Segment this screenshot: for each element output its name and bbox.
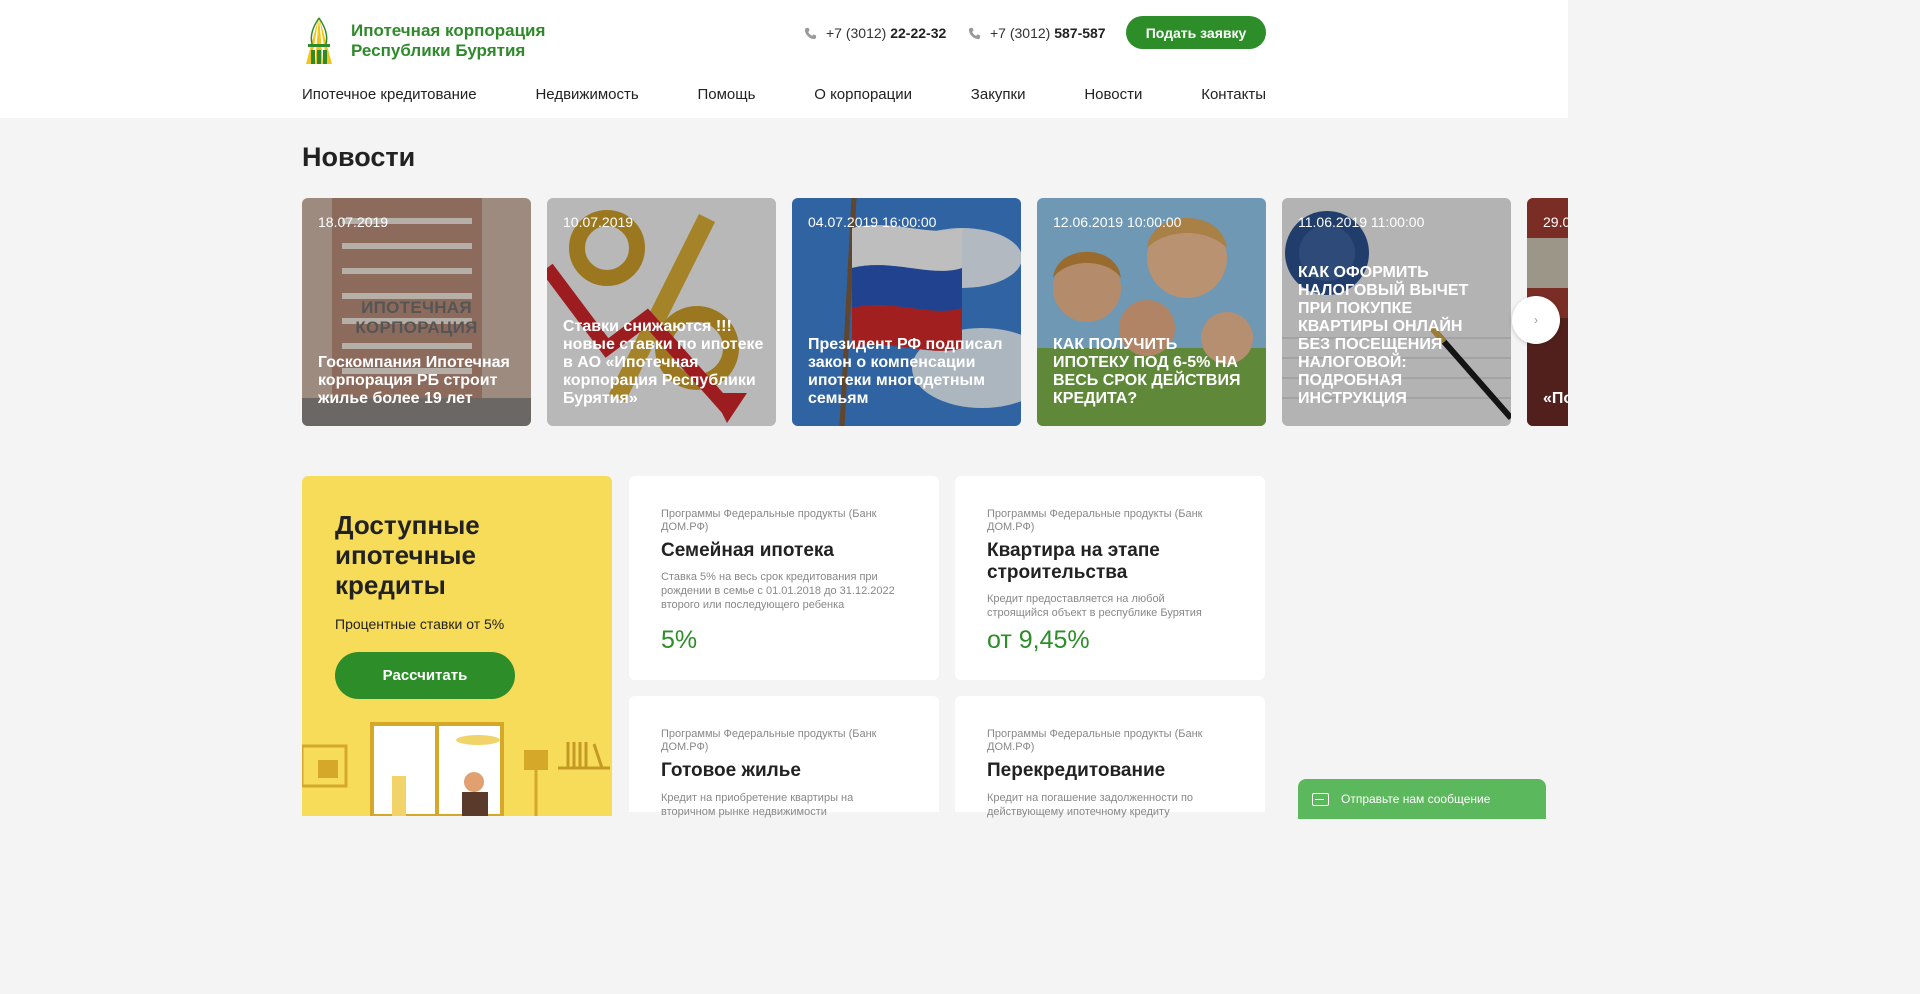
news-card[interactable]: 12.06.2019 10:00:00 КАК ПОЛУЧИТЬ ИПОТЕКУ… — [1037, 198, 1266, 426]
apply-button[interactable]: Подать заявку — [1126, 16, 1266, 49]
nav-item-contacts[interactable]: Контакты — [1201, 86, 1266, 103]
nav-item-news[interactable]: Новости — [1084, 86, 1142, 103]
news-date: 18.07.2019 — [318, 214, 389, 230]
main-nav: Ипотечное кредитование Недвижимость Помо… — [302, 86, 1266, 103]
nav-item-help[interactable]: Помощь — [697, 86, 755, 103]
news-date: 04.07.2019 16:00:00 — [808, 214, 937, 230]
news-card[interactable]: 11.06.2019 11:00:00 КАК ОФОРМИТЬ НАЛОГОВ… — [1282, 198, 1511, 426]
phone-1[interactable]: +7 (3012) 22-22-32 — [804, 24, 946, 42]
news-title: КАК ПОЛУЧИТЬ ИПОТЕКУ ПОД 6-5% НА ВЕСЬ СР… — [1053, 336, 1241, 407]
site-header: Ипотечная корпорация Республики Бурятия … — [0, 0, 1568, 118]
nav-item-realty[interactable]: Недвижимость — [535, 86, 638, 103]
program-description: Кредит на приобретение квартиры на втори… — [661, 792, 854, 818]
program-rate: 5% — [661, 626, 698, 654]
news-section-title: Новости — [302, 142, 416, 172]
program-name: Перекредитование — [987, 760, 1166, 781]
phone-2-number: 587-587 — [1054, 25, 1106, 41]
program-card[interactable]: Программы Федеральные продукты (Банк ДОМ… — [955, 696, 1265, 818]
program-card[interactable]: Программы Федеральные продукты (Банк ДОМ… — [955, 476, 1265, 680]
nav-item-mortgage[interactable]: Ипотечное кредитование — [302, 86, 477, 103]
slider-next-button[interactable]: › — [1512, 296, 1560, 344]
room-illustration — [302, 722, 610, 816]
program-rate: от 9,45% — [987, 626, 1090, 654]
news-date: 11.06.2019 11:00:00 — [1298, 214, 1425, 230]
program-name: Семейная ипотека — [661, 540, 834, 561]
program-description: Ставка 5% на весь срок кредитования при … — [661, 571, 895, 611]
program-name: Квартира на этапе строительства — [987, 540, 1160, 583]
news-card[interactable]: 04.07.2019 16:00:00 Президент РФ подписа… — [792, 198, 1021, 426]
news-card[interactable]: 10.07.2019 Ставки снижаются !!! новые ст… — [547, 198, 776, 426]
program-category: Программы Федеральные продукты (Банк ДОМ… — [661, 728, 877, 753]
promo-subtitle: Процентные ставки от 5% — [335, 616, 505, 632]
program-name: Готовое жилье — [661, 760, 801, 781]
phone-2[interactable]: +7 (3012) 587-587 — [968, 24, 1106, 42]
news-slider: ИПОТЕЧНАЯ КОРПОРАЦИЯ 18.07.2019 Госкомпа… — [302, 198, 1568, 426]
phone-2-prefix: +7 (3012) — [990, 25, 1051, 41]
program-description: Кредит на погашение задолженности по дей… — [987, 792, 1194, 818]
logo[interactable]: Ипотечная корпорация Республики Бурятия — [302, 14, 571, 68]
chevron-right-icon: › — [1534, 313, 1538, 327]
program-category: Программы Федеральные продукты (Банк ДОМ… — [987, 728, 1203, 753]
image-caption: ИПОТЕЧНАЯ КОРПОРАЦИЯ — [355, 298, 478, 337]
logo-text: Ипотечная корпорация Республики Бурятия — [351, 21, 546, 60]
news-title: Ставки снижаются !!! новые ставки по ипо… — [563, 318, 764, 407]
news-date: 29.0 — [1543, 214, 1568, 230]
phone-icon — [804, 27, 817, 39]
calculate-button[interactable]: Рассчитать — [335, 652, 515, 699]
program-description: Кредит предоставляется на любой строящий… — [987, 593, 1202, 619]
mail-icon — [1312, 792, 1329, 806]
promo-panel: Доступные ипотечные кредиты Процентные с… — [302, 476, 612, 816]
news-title: «По Ск 7 и — [1543, 390, 1568, 407]
promo-title: Доступные ипотечные кредиты — [335, 510, 480, 600]
logo-mark-icon — [306, 16, 332, 64]
chat-label: Отправьте нам сообщение — [1341, 792, 1491, 806]
phone-icon — [968, 27, 981, 39]
program-category: Программы Федеральные продукты (Банк ДОМ… — [661, 508, 877, 533]
news-date: 12.06.2019 10:00:00 — [1053, 214, 1182, 230]
program-card[interactable]: Программы Федеральные продукты (Банк ДОМ… — [629, 476, 939, 680]
program-category: Программы Федеральные продукты (Банк ДОМ… — [987, 508, 1203, 533]
nav-item-procurement[interactable]: Закупки — [971, 86, 1026, 103]
news-date: 10.07.2019 — [563, 214, 634, 230]
phone-1-number: 22-22-32 — [890, 25, 947, 41]
news-title: КАК ОФОРМИТЬ НАЛОГОВЫЙ ВЫЧЕТ ПРИ ПОКУПКЕ… — [1298, 264, 1469, 407]
news-title: Президент РФ подписал закон о компенсаци… — [808, 336, 1003, 407]
nav-item-about[interactable]: О корпорации — [814, 86, 912, 103]
news-title: Госкомпания Ипотечная корпорация РБ стро… — [318, 354, 510, 407]
news-card[interactable]: ИПОТЕЧНАЯ КОРПОРАЦИЯ 18.07.2019 Госкомпа… — [302, 198, 531, 426]
program-card[interactable]: Программы Федеральные продукты (Банк ДОМ… — [629, 696, 939, 818]
chat-widget[interactable]: Отправьте нам сообщение — [1298, 779, 1546, 819]
phone-1-prefix: +7 (3012) — [826, 25, 887, 41]
